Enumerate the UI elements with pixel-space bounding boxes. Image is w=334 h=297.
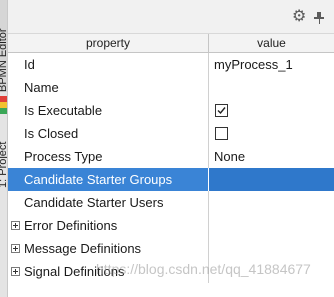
expand-plus-icon[interactable]: [11, 244, 20, 253]
property-cell: Is Executable: [8, 99, 209, 122]
property-cell: Message Definitions: [8, 237, 209, 260]
property-cell: Candidate Starter Users: [8, 191, 209, 214]
property-cell: Error Definitions: [8, 214, 209, 237]
group-label: Message Definitions: [24, 241, 142, 256]
side-tab-project[interactable]: 1: Project: [0, 118, 7, 188]
is-executable-checkbox[interactable]: [215, 104, 228, 117]
property-cell: Signal Definitions: [8, 260, 209, 283]
pin-icon[interactable]: [314, 11, 326, 25]
table-row-candidate-starter-users[interactable]: Candidate Starter Users: [8, 191, 334, 214]
property-cell: Candidate Starter Groups: [8, 168, 209, 191]
table-row-message-definitions[interactable]: Message Definitions: [8, 237, 334, 260]
left-tool-window-stripe: BPMN Editor 1: Project: [0, 0, 8, 297]
property-label: Candidate Starter Groups: [24, 172, 173, 187]
side-tab-marker-icon: [0, 96, 7, 114]
table-row-name[interactable]: Name: [8, 76, 334, 99]
value-cell[interactable]: None: [209, 145, 334, 168]
value-cell[interactable]: [209, 76, 334, 99]
id-value[interactable]: myProcess_1: [214, 53, 293, 76]
value-cell: [209, 237, 334, 260]
property-cell: Process Type: [8, 145, 209, 168]
expand-plus-icon[interactable]: [11, 221, 20, 230]
table-row-candidate-starter-groups[interactable]: Candidate Starter Groups: [8, 168, 334, 191]
property-table: property value Id myProcess_1 Name Is Ex…: [8, 34, 334, 283]
property-label: Is Executable: [24, 103, 103, 118]
table-row-is-closed[interactable]: Is Closed: [8, 122, 334, 145]
property-label: Candidate Starter Users: [24, 195, 164, 210]
gear-icon[interactable]: ⚙: [292, 9, 306, 25]
property-label: Is Closed: [24, 126, 79, 141]
table-row-is-executable[interactable]: Is Executable: [8, 99, 334, 122]
value-cell[interactable]: [209, 99, 334, 122]
process-type-value[interactable]: None: [214, 145, 245, 168]
properties-panel: BPMN Editor 1: Project ⚙ property value …: [0, 0, 334, 297]
property-cell: Is Closed: [8, 122, 209, 145]
group-label: Error Definitions: [24, 218, 118, 233]
column-header-property[interactable]: property: [8, 34, 209, 52]
table-row-process-type[interactable]: Process Type None: [8, 145, 334, 168]
table-header: property value: [8, 34, 334, 53]
property-label: Name: [24, 80, 59, 95]
table-row-id[interactable]: Id myProcess_1: [8, 53, 334, 76]
property-cell: Id: [8, 53, 209, 76]
value-cell[interactable]: [209, 122, 334, 145]
value-cell: [209, 260, 334, 283]
expand-plus-icon[interactable]: [11, 267, 20, 276]
panel-toolbar: ⚙: [8, 0, 334, 34]
column-header-value[interactable]: value: [209, 34, 334, 52]
value-cell[interactable]: myProcess_1: [209, 53, 334, 76]
property-cell: Name: [8, 76, 209, 99]
value-cell[interactable]: [209, 191, 334, 214]
side-tab-bpmn-editor[interactable]: BPMN Editor: [0, 0, 7, 92]
property-label: Id: [24, 57, 35, 72]
group-label: Signal Definitions: [24, 264, 125, 279]
value-cell: [209, 214, 334, 237]
is-closed-checkbox[interactable]: [215, 127, 228, 140]
table-row-error-definitions[interactable]: Error Definitions: [8, 214, 334, 237]
property-label: Process Type: [24, 149, 103, 164]
table-row-signal-definitions[interactable]: Signal Definitions: [8, 260, 334, 283]
value-cell[interactable]: [209, 168, 334, 191]
checkmark-icon: [217, 107, 226, 115]
